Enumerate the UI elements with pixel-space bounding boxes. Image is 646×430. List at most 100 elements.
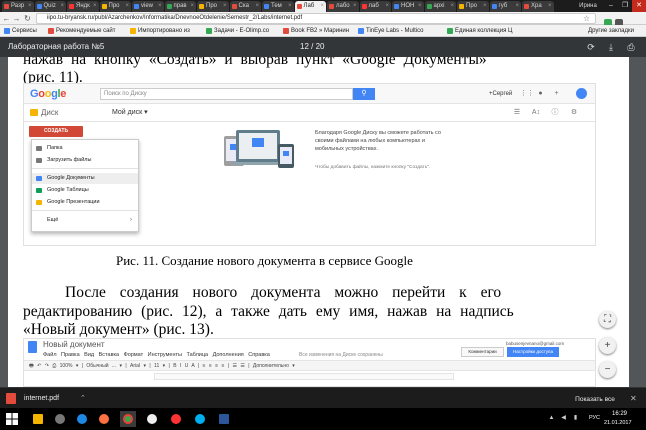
browser-tab[interactable]: губ × (489, 1, 521, 12)
tab-close-icon[interactable]: × (255, 1, 259, 12)
browser-tab[interactable]: Тем × (262, 1, 294, 12)
pdf-viewport[interactable]: нажав на кнопку «Создать» и выбрав пункт… (0, 57, 646, 387)
bookmark-item[interactable]: Единая коллекция Ц (447, 25, 527, 37)
menu-item-icon (36, 146, 42, 151)
tab-close-icon[interactable]: × (548, 1, 552, 12)
promo-subtitle: Чтобы добавить файлы, нажмите кнопку "Со… (315, 165, 431, 170)
yandex-icon[interactable] (168, 411, 184, 427)
settings-app-icon[interactable] (52, 411, 68, 427)
download-icon[interactable]: ⤓ (605, 41, 617, 53)
tab-label: архі (433, 3, 445, 9)
language-indicator[interactable]: РУС (589, 414, 600, 423)
download-item[interactable]: internet.pdf (24, 388, 59, 409)
word-icon[interactable] (216, 411, 232, 427)
windows-start-icon[interactable] (4, 411, 20, 427)
browser-tab[interactable]: Ска × (229, 1, 261, 12)
maximize-button[interactable]: ❐ (618, 0, 632, 12)
tab-close-icon[interactable]: × (125, 1, 129, 12)
gear-icon: ⚙ (570, 109, 578, 116)
download-shelf: internet.pdf ⌃ Показать все ✕ (0, 387, 646, 408)
other-bookmarks[interactable]: Другие закладки (580, 25, 644, 37)
tab-label: лаб (368, 3, 379, 9)
zoom-out-button[interactable]: − (599, 361, 616, 378)
bookmark-label: Единая коллекция Ц (455, 28, 513, 34)
browser-tab[interactable]: Про × (457, 1, 489, 12)
show-all-downloads-button[interactable]: Показать все (566, 394, 624, 405)
drive-icon (30, 109, 38, 116)
bookmark-item[interactable]: TinEye Labs - Multico (358, 25, 444, 37)
browser-tab[interactable]: view × (132, 1, 164, 12)
browser-tab[interactable]: Quiz × (34, 1, 66, 12)
zoom-in-button[interactable]: + (599, 337, 616, 354)
browser-tab[interactable]: Разр × (2, 1, 34, 12)
tab-close-icon[interactable]: × (385, 1, 389, 12)
tab-close-icon[interactable]: × (223, 1, 227, 12)
forward-icon[interactable]: → (12, 13, 21, 24)
bookmark-favicon-icon (4, 28, 10, 34)
info-icon: ⓘ (551, 109, 559, 116)
tab-close-icon[interactable]: × (483, 1, 487, 12)
browser-tab[interactable]: Яндк × (67, 1, 99, 12)
fit-page-icon[interactable]: ⛶ (599, 311, 616, 328)
close-window-button[interactable]: ✕ (632, 0, 646, 12)
back-icon[interactable]: ← (2, 13, 11, 24)
bookmark-favicon-icon (130, 28, 136, 34)
tab-close-icon[interactable]: × (288, 1, 292, 12)
reload-icon[interactable]: ↻ (23, 13, 32, 24)
browser-tab[interactable]: НОН × (392, 1, 424, 12)
network-icon[interactable]: ▲ (548, 415, 555, 422)
close-icon[interactable]: ✕ (630, 393, 637, 404)
bookmark-item[interactable]: Сервисы (4, 25, 46, 37)
clock-time[interactable]: 16:29 (612, 410, 627, 419)
chevron-up-icon[interactable]: ⌃ (80, 388, 86, 409)
browser-tab[interactable]: прав × (164, 1, 196, 12)
docs-logo-icon (28, 341, 37, 353)
browser-tab[interactable]: лабо × (327, 1, 359, 12)
browser-tab[interactable]: Лаб × (294, 1, 326, 12)
create-menu-item: Google Документы (32, 173, 138, 184)
skype-icon[interactable] (192, 411, 208, 427)
clock-date[interactable]: 21.01.2017 (604, 419, 632, 427)
bookmark-item[interactable]: Book FB2 » Маринин (283, 25, 356, 37)
browser-tab[interactable]: архі × (424, 1, 456, 12)
tab-close-icon[interactable]: × (515, 1, 519, 12)
tab-close-icon[interactable]: × (418, 1, 422, 12)
volume-icon[interactable]: ◀ (560, 415, 567, 422)
page-current[interactable]: 12 (300, 42, 309, 51)
chrome-icon[interactable] (120, 411, 136, 427)
app-icon[interactable] (144, 411, 160, 427)
minimize-button[interactable]: – (604, 0, 618, 12)
tab-close-icon[interactable]: × (60, 1, 64, 12)
tab-close-icon[interactable]: × (450, 1, 454, 12)
tab-close-icon[interactable]: × (158, 1, 162, 12)
url-input[interactable]: iipo.tu-bryansk.ru/publ/Azarchenkov/Info… (36, 13, 596, 24)
browser-tab[interactable]: лаб × (359, 1, 391, 12)
tab-close-icon[interactable]: × (190, 1, 194, 12)
file-explorer-icon[interactable] (30, 411, 46, 427)
tab-close-icon[interactable]: × (93, 1, 97, 12)
bookmark-item[interactable]: Рекомендуемые сайт (48, 25, 128, 37)
bookmark-item[interactable]: Задачи - E-Olimp.co (206, 25, 281, 37)
tab-label: Про (466, 3, 477, 9)
list-view-icon: ☰ (513, 109, 521, 116)
tab-close-icon[interactable]: × (28, 1, 32, 12)
drive-section-label: Диск (41, 108, 59, 117)
print-icon[interactable]: ⎙ (625, 41, 637, 53)
media-player-icon[interactable] (74, 411, 90, 427)
bookmark-item[interactable]: Импортировано из (130, 25, 204, 37)
profile-name[interactable]: Ирина (572, 0, 604, 12)
search-icon: ⚲ (353, 88, 375, 100)
firefox-icon[interactable] (96, 411, 112, 427)
tab-close-icon[interactable]: × (353, 1, 357, 12)
battery-icon[interactable]: ▮ (572, 415, 579, 422)
comments-button: Комментарии (461, 347, 504, 357)
menu-divider (32, 168, 138, 169)
sort-icon: A↕ (531, 109, 541, 116)
bookmark-star-icon[interactable]: ☆ (583, 13, 590, 24)
browser-tab[interactable]: Хра × (522, 1, 554, 12)
tab-close-icon[interactable]: × (320, 1, 324, 12)
windows-taskbar: ▲ ◀ ▮ РУС 16:29 21.01.2017 (0, 408, 646, 430)
rotate-icon[interactable]: ⟳ (585, 41, 597, 53)
browser-tab[interactable]: Про × (99, 1, 131, 12)
browser-tab[interactable]: Про × (197, 1, 229, 12)
